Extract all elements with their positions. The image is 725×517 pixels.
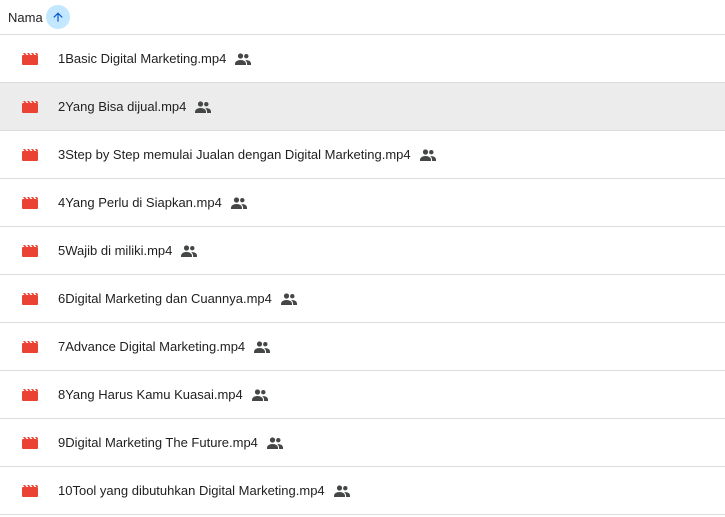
arrow-up-icon [53,12,63,22]
file-name: 3Step by Step memulai Jualan dengan Digi… [58,147,436,162]
file-name: 4Yang Perlu di Siapkan.mp4 [58,195,247,210]
video-file-icon [22,197,38,209]
file-name: 6Digital Marketing dan Cuannya.mp4 [58,291,297,306]
file-row[interactable]: 3Step by Step memulai Jualan dengan Digi… [0,131,725,179]
video-file-icon [22,341,38,353]
file-row[interactable]: 9Digital Marketing The Future.mp4 [0,419,725,467]
column-header: Nama [0,0,725,35]
shared-people-icon [195,100,212,113]
video-file-icon [22,437,38,449]
file-name-text: 8Yang Harus Kamu Kuasai.mp4 [58,387,243,402]
video-file-icon [22,389,38,401]
file-name-text: 9Digital Marketing The Future.mp4 [58,435,258,450]
file-name: 7Advance Digital Marketing.mp4 [58,339,271,354]
video-file-icon [22,485,38,497]
file-row[interactable]: 10Tool yang dibutuhkan Digital Marketing… [0,467,725,515]
sort-ascending-button[interactable] [45,5,70,29]
file-name: 5Wajib di miliki.mp4 [58,243,198,258]
file-name-text: 10Tool yang dibutuhkan Digital Marketing… [58,483,325,498]
file-name: 8Yang Harus Kamu Kuasai.mp4 [58,387,268,402]
video-file-icon [22,245,38,257]
file-name: 1Basic Digital Marketing.mp4 [58,51,252,66]
video-file-icon [22,149,38,161]
shared-people-icon [251,388,268,401]
shared-people-icon [419,148,436,161]
shared-people-icon [235,52,252,65]
file-name-text: 4Yang Perlu di Siapkan.mp4 [58,195,222,210]
video-file-icon [22,293,38,305]
file-row[interactable]: 5Wajib di miliki.mp4 [0,227,725,275]
shared-people-icon [280,292,297,305]
shared-people-icon [333,484,350,497]
shared-people-icon [254,340,271,353]
file-name: 2Yang Bisa dijual.mp4 [58,99,212,114]
file-name-text: 6Digital Marketing dan Cuannya.mp4 [58,291,272,306]
file-row[interactable]: 7Advance Digital Marketing.mp4 [0,323,725,371]
file-name-text: 1Basic Digital Marketing.mp4 [58,51,227,66]
file-name-text: 3Step by Step memulai Jualan dengan Digi… [58,147,411,162]
video-file-icon [22,53,38,65]
file-row[interactable]: 4Yang Perlu di Siapkan.mp4 [0,179,725,227]
file-list: 1Basic Digital Marketing.mp4 2Yang Bisa … [0,35,725,515]
file-row[interactable]: 8Yang Harus Kamu Kuasai.mp4 [0,371,725,419]
shared-people-icon [266,436,283,449]
file-name-text: 7Advance Digital Marketing.mp4 [58,339,246,354]
file-row[interactable]: 6Digital Marketing dan Cuannya.mp4 [0,275,725,323]
file-name-text: 5Wajib di miliki.mp4 [58,243,173,258]
file-name: 9Digital Marketing The Future.mp4 [58,435,283,450]
name-column-header[interactable]: Nama [8,10,43,25]
video-file-icon [22,101,38,113]
file-row[interactable]: 1Basic Digital Marketing.mp4 [0,35,725,83]
file-name: 10Tool yang dibutuhkan Digital Marketing… [58,483,350,498]
file-row[interactable]: 2Yang Bisa dijual.mp4 [0,83,725,131]
shared-people-icon [181,244,198,257]
shared-people-icon [230,196,247,209]
file-name-text: 2Yang Bisa dijual.mp4 [58,99,187,114]
